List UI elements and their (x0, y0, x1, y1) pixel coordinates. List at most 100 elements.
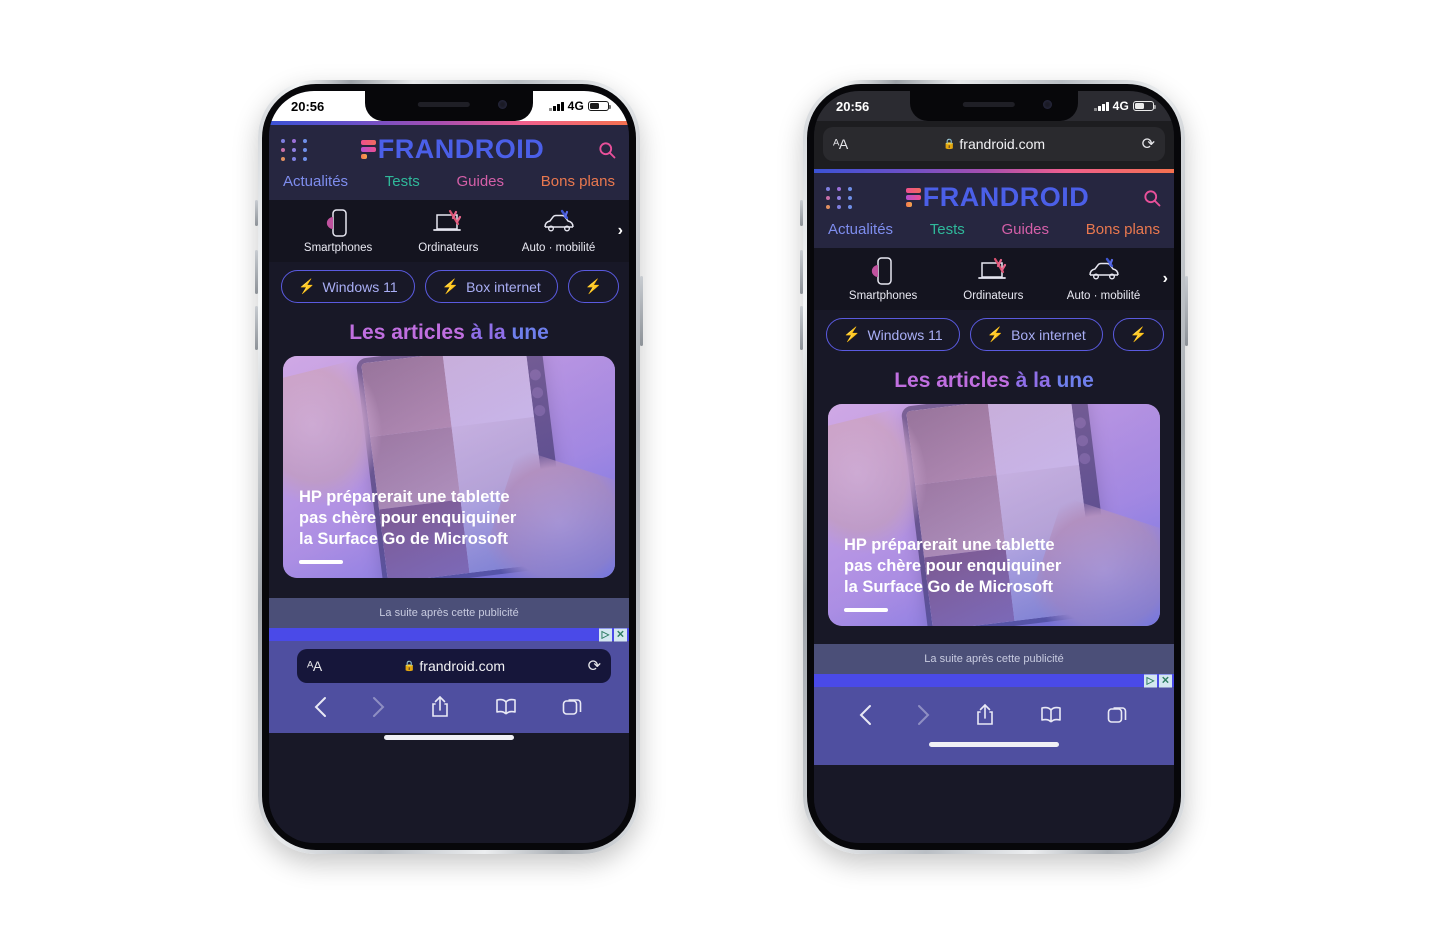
status-indicators: 4G (1094, 99, 1157, 113)
nav-item-tests[interactable]: Tests (385, 173, 420, 190)
phone-screen-right: 20:56 4G ᴬA 🔒 frandroid.com ⟳ FRANDROID … (814, 91, 1174, 843)
mute-switch[interactable] (800, 200, 803, 226)
cellular-bars-icon (1094, 101, 1109, 111)
tabs-button[interactable] (562, 696, 584, 718)
chip-windows-11[interactable]: ⚡ Windows 11 (281, 270, 415, 303)
chip-label: Box internet (466, 278, 541, 295)
nav-item-actualites[interactable]: Actualités (283, 173, 348, 190)
nav-item-bons-plans[interactable]: Bons plans (1086, 221, 1160, 238)
category-label: Smartphones (848, 290, 918, 302)
url-bar[interactable]: ᴬA 🔒 frandroid.com ⟳ (823, 127, 1165, 161)
category-ordinateurs[interactable]: Ordinateurs (938, 256, 1048, 302)
nav-item-tests[interactable]: Tests (930, 221, 965, 238)
reload-icon[interactable]: ⟳ (1142, 134, 1155, 154)
category-smartphones[interactable]: Smartphones (283, 208, 393, 254)
chip-windows-11[interactable]: ⚡ Windows 11 (826, 318, 960, 351)
notch (365, 91, 533, 121)
volume-up-button[interactable] (255, 250, 258, 294)
ad-controls[interactable]: ▷ ✕ (1144, 674, 1172, 687)
ad-controls[interactable]: ▷ ✕ (599, 628, 627, 641)
text-size-button[interactable]: ᴬA (307, 658, 322, 674)
forward-button[interactable] (372, 696, 385, 718)
phone-left: 20:56 4G FRANDROID Actualités Tests Guid… (255, 80, 643, 854)
chevron-right-icon[interactable]: › (1159, 270, 1168, 288)
ad-banner[interactable]: ▷ ✕ (269, 628, 629, 641)
nav-item-guides[interactable]: Guides (1002, 221, 1050, 238)
frandroid-f-icon (360, 140, 376, 159)
chip-label: Box internet (1011, 326, 1086, 343)
back-button[interactable] (314, 696, 327, 718)
bolt-icon: ⚡ (843, 326, 861, 342)
chip-box-internet[interactable]: ⚡ Box internet (969, 318, 1103, 351)
category-auto-mobilite[interactable]: Auto · mobilité (503, 208, 613, 254)
section-title-part3: une (511, 321, 549, 344)
chip-box-internet[interactable]: ⚡ Box internet (424, 270, 558, 303)
adchoices-icon[interactable]: ▷ (1144, 674, 1157, 687)
search-icon[interactable] (1142, 188, 1162, 208)
logo-text: FRANDROID (377, 134, 545, 164)
earpiece-speaker-icon (417, 102, 470, 107)
bookmarks-button[interactable] (495, 697, 517, 717)
ad-banner[interactable]: ▷ ✕ (814, 674, 1174, 687)
section-title-part2: à la (1015, 369, 1057, 392)
featured-article-card[interactable]: HP préparerait une tablette pas chère po… (283, 356, 615, 578)
browser-toolbar (269, 683, 629, 718)
url-bar[interactable]: ᴬA 🔒 frandroid.com ⟳ (297, 649, 611, 683)
site-header: FRANDROID Actualités Tests Guides Bons p… (814, 173, 1174, 248)
close-icon[interactable]: ✕ (1159, 674, 1172, 687)
nav-item-guides[interactable]: Guides (457, 173, 505, 190)
bolt-icon: ⚡ (1129, 326, 1148, 342)
section-title: Les articles à la une (269, 311, 629, 356)
reload-icon[interactable]: ⟳ (588, 656, 601, 676)
chip-partial[interactable]: ⚡ (1112, 318, 1165, 351)
laptop-icon (978, 257, 1007, 279)
home-indicator[interactable] (384, 735, 514, 740)
battery-icon (588, 101, 612, 111)
nav-item-bons-plans[interactable]: Bons plans (541, 173, 615, 190)
smartphone-icon (872, 257, 892, 285)
article-title-line-1: HP préparerait une tablette (299, 487, 510, 506)
adchoices-icon[interactable]: ▷ (599, 628, 612, 641)
article-title: HP préparerait une tablette pas chère po… (844, 535, 1144, 598)
bookmarks-button[interactable] (1040, 705, 1062, 725)
article-title-line-2: pas chère pour enquiquiner (299, 508, 517, 527)
close-icon[interactable]: ✕ (614, 628, 627, 641)
category-smartphones[interactable]: Smartphones (828, 256, 938, 302)
article-title-line-2: pas chère pour enquiquiner (844, 556, 1062, 575)
site-nav: Actualités Tests Guides Bons plans (826, 213, 1162, 248)
nav-item-actualites[interactable]: Actualités (828, 221, 893, 238)
featured-article-card[interactable]: HP préparerait une tablette pas chère po… (828, 404, 1160, 626)
frandroid-logo[interactable]: FRANDROID (360, 134, 545, 165)
battery-icon (1133, 101, 1157, 111)
forward-button[interactable] (917, 704, 930, 726)
smartphone-icon (327, 209, 347, 237)
grid-dots-icon[interactable] (826, 186, 853, 209)
section-title-part1: Les articles (349, 321, 471, 344)
frandroid-logo[interactable]: FRANDROID (905, 182, 1090, 213)
volume-down-button[interactable] (255, 306, 258, 350)
text-size-button[interactable]: ᴬA (833, 136, 848, 152)
grid-dots-icon[interactable] (281, 138, 308, 161)
category-strip: Smartphones Ordinateurs Auto · mobilité … (269, 200, 629, 262)
power-button[interactable] (640, 276, 643, 346)
chevron-right-icon[interactable]: › (614, 222, 623, 240)
search-icon[interactable] (597, 140, 617, 160)
home-indicator[interactable] (929, 742, 1059, 747)
category-strip: Smartphones Ordinateurs Auto · mobilité … (814, 248, 1174, 310)
category-ordinateurs[interactable]: Ordinateurs (393, 208, 503, 254)
back-button[interactable] (859, 704, 872, 726)
phone-screen-left: 20:56 4G FRANDROID Actualités Tests Guid… (269, 91, 629, 843)
url-text: frandroid.com (419, 658, 506, 674)
car-icon (1088, 257, 1119, 280)
tabs-button[interactable] (1107, 704, 1129, 726)
category-auto-mobilite[interactable]: Auto · mobilité (1048, 256, 1158, 302)
frandroid-f-icon (905, 188, 921, 207)
volume-down-button[interactable] (800, 306, 803, 350)
share-button[interactable] (430, 695, 450, 718)
share-button[interactable] (975, 703, 995, 726)
chip-partial[interactable]: ⚡ (567, 270, 620, 303)
volume-up-button[interactable] (800, 250, 803, 294)
power-button[interactable] (1185, 276, 1188, 346)
mute-switch[interactable] (255, 200, 258, 226)
bolt-icon: ⚡ (298, 278, 316, 294)
